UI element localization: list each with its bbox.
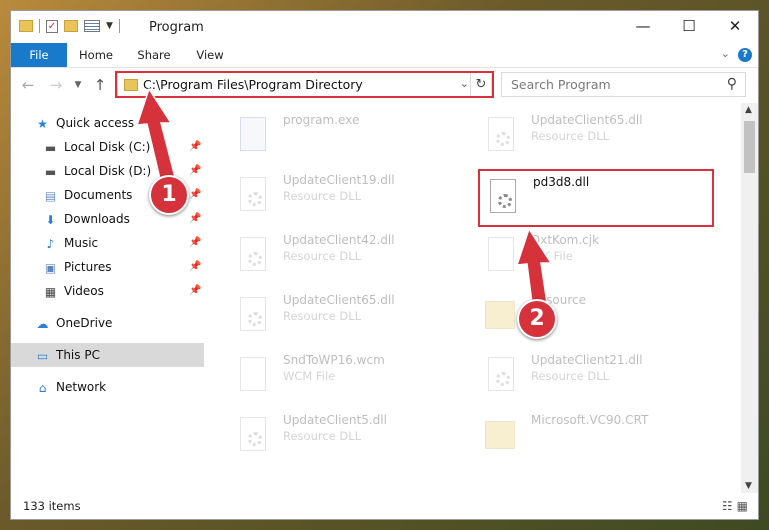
customize-toolbar-chevron-icon[interactable]: ▼ (106, 21, 113, 31)
list-item[interactable]: UpdateClient5.dll Resource DLL (231, 411, 461, 463)
search-input[interactable]: Search Program ⚲ (501, 72, 746, 97)
tab-share[interactable]: Share (131, 43, 177, 67)
sidebar-item-documents[interactable]: ▤ Documents (43, 185, 133, 205)
dll-icon (237, 295, 269, 335)
ribbon: File Home Share View ⌄ ? (11, 43, 758, 68)
drive-icon: ▬ (44, 164, 57, 179)
list-item[interactable]: Microsoft.VC90.CRT (479, 411, 709, 463)
star-icon: ★ (37, 116, 48, 131)
computer-icon: ▭ (36, 348, 49, 363)
pin-icon[interactable]: 📌 (189, 141, 201, 152)
search-placeholder: Search Program (511, 77, 611, 92)
list-item[interactable]: UpdateClient21.dll Resource DLL (479, 351, 709, 403)
scroll-up-icon[interactable]: ▲ (745, 105, 752, 115)
sidebar-item-pictures[interactable]: ▣ Pictures (43, 257, 112, 277)
pictures-icon: ▣ (44, 260, 57, 275)
tab-view[interactable]: View (187, 43, 233, 67)
list-item[interactable]: program.exe (231, 111, 461, 163)
folder-icon[interactable] (19, 20, 33, 32)
help-icon[interactable]: ? (738, 48, 752, 62)
list-item[interactable]: UpdateClient42.dll Resource DLL (231, 231, 461, 283)
sidebar-item-music[interactable]: ♪ Music (43, 233, 99, 253)
divider (118, 19, 120, 33)
file-highlight-box (478, 169, 714, 227)
sidebar-item-local-disk-d[interactable]: ▬ Local Disk (D:) (43, 161, 151, 181)
navigation-bar: ← → ▼ ↑ C:\Program Files\Program Directo… (11, 68, 758, 102)
pin-icon[interactable]: 📌 (189, 285, 201, 296)
navigation-pane: ★ Quick access ▬ Local Disk (C:) 📌 ▬ Local … (11, 103, 204, 493)
minimize-button[interactable]: — (620, 11, 666, 41)
address-highlight-box (115, 71, 494, 98)
search-icon[interactable]: ⚲ (727, 76, 737, 92)
list-item[interactable]: DxtKom.cjk CJK File (479, 231, 709, 283)
vertical-scrollbar[interactable]: ▲ ▼ (741, 103, 758, 493)
cloud-icon: ☁ (36, 316, 49, 331)
dll-icon (237, 235, 269, 275)
dll-icon (237, 415, 269, 455)
network-icon: ⌂ (38, 380, 47, 395)
file-icon (237, 355, 269, 395)
pin-icon[interactable]: 📌 (189, 261, 201, 272)
scroll-thumb[interactable] (744, 121, 755, 173)
expand-ribbon-chevron-icon[interactable]: ⌄ (721, 47, 730, 60)
sidebar-item-local-disk-c[interactable]: ▬ Local Disk (C:) (43, 137, 150, 157)
step-2-badge: 2 (517, 299, 557, 339)
exe-icon (237, 115, 269, 155)
music-icon: ♪ (46, 236, 55, 251)
file-icon (485, 235, 517, 275)
list-item[interactable]: UpdateClient19.dll Resource DLL (231, 171, 461, 223)
view-toggle: ☷▦ (722, 499, 752, 513)
sidebar-item-network[interactable]: ⌂ Network (35, 377, 106, 397)
close-button[interactable]: ✕ (712, 11, 758, 41)
drive-icon: ▬ (44, 140, 57, 155)
pin-icon[interactable]: 📌 (189, 189, 201, 200)
sidebar-item-onedrive[interactable]: ☁ OneDrive (35, 313, 113, 333)
step-1-badge: 1 (149, 175, 189, 215)
properties-check-icon[interactable]: ✓ (46, 19, 58, 33)
pin-icon[interactable]: 📌 (189, 213, 201, 224)
new-folder-icon[interactable] (64, 20, 78, 32)
maximize-button[interactable]: ☐ (666, 11, 712, 41)
tab-file[interactable]: File (11, 43, 67, 67)
folder-icon (485, 415, 517, 455)
window-title: Program (149, 20, 204, 35)
list-item[interactable]: UpdateClient65.dll Resource DLL (479, 111, 709, 163)
sidebar-item-this-pc[interactable]: ▭ This PC (35, 345, 100, 365)
title-bar: ✓ ▼ Program — ☐ ✕ (11, 11, 758, 43)
status-bar: 133 items ☷▦ (11, 493, 758, 519)
up-arrow-icon[interactable]: ↑ (91, 76, 109, 94)
list-item[interactable]: UpdateClient65.dll Resource DLL (231, 291, 461, 343)
list-item[interactable]: SndToWP16.wcm WCM File (231, 351, 461, 403)
large-icons-view-icon[interactable]: ▦ (737, 499, 752, 513)
dll-icon (485, 115, 517, 155)
divider (39, 19, 40, 33)
download-icon: ⬇ (45, 212, 56, 227)
sidebar-item-quick-access[interactable]: ★ Quick access (35, 113, 134, 133)
item-count: 133 items (23, 499, 81, 513)
list-item[interactable]: Resource (479, 291, 709, 343)
details-view-icon[interactable]: ☷ (722, 499, 737, 513)
quick-access-toolbar: ✓ ▼ (19, 19, 120, 33)
dll-icon (485, 355, 517, 395)
forward-arrow-icon[interactable]: → (47, 76, 65, 94)
back-arrow-icon[interactable]: ← (19, 76, 37, 94)
pin-icon[interactable]: 📌 (189, 165, 201, 176)
tab-home[interactable]: Home (73, 43, 119, 67)
scroll-down-icon[interactable]: ▼ (745, 481, 752, 491)
folder-icon (485, 295, 517, 335)
video-icon: ▦ (44, 284, 57, 299)
file-list: program.exe UpdateClient19.dll Resource … (207, 103, 740, 493)
recent-locations-chevron-icon[interactable]: ▼ (69, 80, 87, 90)
pin-icon[interactable]: 📌 (189, 237, 201, 248)
documents-icon: ▤ (44, 188, 57, 203)
explorer-window: ✓ ▼ Program — ☐ ✕ File Home Share View ⌄… (10, 10, 759, 520)
sidebar-item-videos[interactable]: ▦ Videos (43, 281, 104, 301)
sidebar-item-downloads[interactable]: ⬇ Downloads (43, 209, 129, 229)
properties-icon[interactable] (84, 20, 100, 32)
dll-icon (237, 175, 269, 215)
